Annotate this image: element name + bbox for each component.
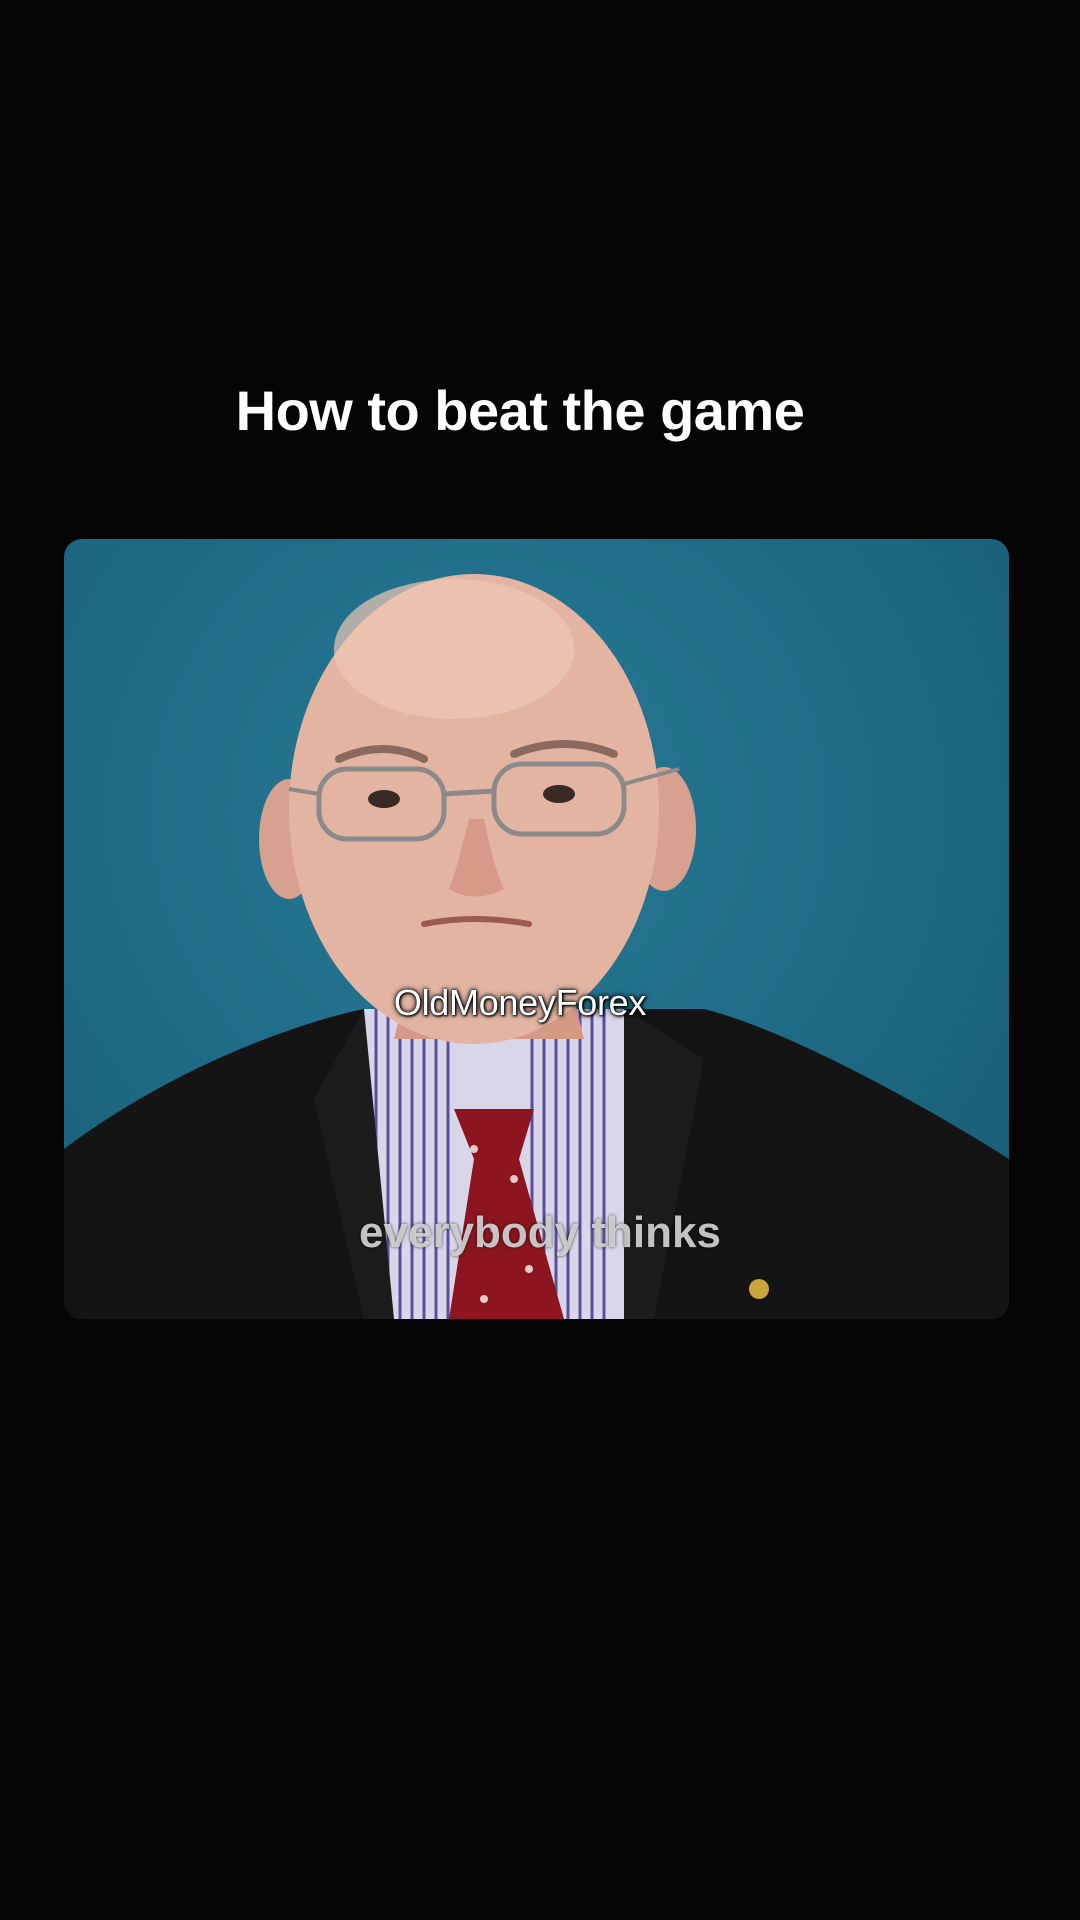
video-subtitle: everybody thinks [359,1208,721,1257]
post-title: How to beat the game [235,379,805,442]
app-screen: How to beat the game OldMoneyForex every… [0,0,1080,1920]
video-frame-image [64,574,1009,1319]
video-player[interactable] [64,539,1009,1319]
watermark-label: OldMoneyForex [393,982,647,1023]
